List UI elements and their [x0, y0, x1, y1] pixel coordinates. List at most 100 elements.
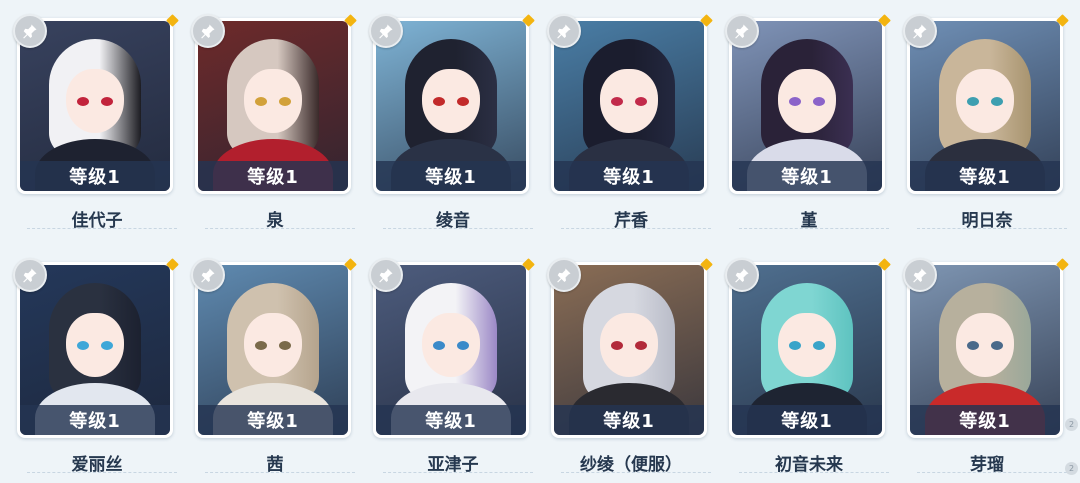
card-frame[interactable]: 等级1 — [725, 258, 891, 438]
portrait-face — [66, 69, 124, 133]
card-frame[interactable]: 等级1 — [13, 14, 179, 194]
level-label: 等级1 — [910, 405, 1060, 435]
character-portrait: 等级1 — [20, 265, 170, 435]
level-label: 等级1 — [20, 161, 170, 191]
portrait-eye — [101, 341, 113, 350]
character-card[interactable]: 等级1 明日奈 — [903, 12, 1071, 232]
pin-icon[interactable] — [725, 14, 759, 48]
portrait-eye — [813, 97, 825, 106]
portrait-face — [600, 313, 658, 377]
portrait-eye — [433, 341, 445, 350]
card-frame[interactable]: 等级1 — [369, 258, 535, 438]
card-frame[interactable]: 等级1 — [903, 258, 1069, 438]
level-label: 等级1 — [20, 405, 170, 435]
pin-icon[interactable] — [369, 14, 403, 48]
portrait-face — [778, 69, 836, 133]
level-label: 等级1 — [198, 161, 348, 191]
portrait-eye — [457, 97, 469, 106]
card-frame[interactable]: 等级1 — [903, 14, 1069, 194]
card-frame[interactable]: 等级1 — [191, 258, 357, 438]
pin-icon[interactable] — [13, 14, 47, 48]
level-label: 等级1 — [198, 405, 348, 435]
portrait-eye — [991, 97, 1003, 106]
character-portrait: 等级1 — [554, 21, 704, 191]
divider — [383, 472, 533, 473]
card-frame[interactable]: 等级1 — [191, 14, 357, 194]
character-portrait: 等级1 — [20, 21, 170, 191]
character-grid: 等级1 佳代子 等级1 泉等级1 绫音 等级1 芹香 等级1 堇等级1 明日奈等级1 爱丽丝 等级1 茜… — [0, 0, 1080, 483]
pin-icon[interactable] — [369, 258, 403, 292]
divider — [561, 228, 711, 229]
scroll-indicator-upper[interactable]: 2 — [1065, 418, 1078, 431]
character-portrait: 等级1 — [910, 265, 1060, 435]
portrait-eye — [279, 341, 291, 350]
character-portrait: 等级1 — [198, 265, 348, 435]
divider — [205, 228, 355, 229]
portrait-face — [422, 313, 480, 377]
character-portrait: 等级1 — [376, 265, 526, 435]
level-label: 等级1 — [732, 161, 882, 191]
portrait-eye — [967, 97, 979, 106]
portrait-face — [956, 69, 1014, 133]
pin-icon[interactable] — [725, 258, 759, 292]
character-card[interactable]: 等级1 芹香 — [547, 12, 715, 232]
character-portrait: 等级1 — [376, 21, 526, 191]
character-portrait: 等级1 — [198, 21, 348, 191]
level-label: 等级1 — [554, 161, 704, 191]
portrait-eye — [433, 97, 445, 106]
pin-icon[interactable] — [547, 258, 581, 292]
divider — [27, 472, 177, 473]
character-card[interactable]: 等级1 亚津子 — [369, 256, 537, 476]
portrait-eye — [611, 97, 623, 106]
card-frame[interactable]: 等级1 — [547, 258, 713, 438]
portrait-eye — [457, 341, 469, 350]
character-card[interactable]: 等级1 纱绫（便服） — [547, 256, 715, 476]
divider — [27, 228, 177, 229]
portrait-eye — [635, 341, 647, 350]
level-label: 等级1 — [732, 405, 882, 435]
portrait-eye — [101, 97, 113, 106]
card-frame[interactable]: 等级1 — [547, 14, 713, 194]
character-card[interactable]: 等级1 爱丽丝 — [13, 256, 181, 476]
portrait-eye — [789, 97, 801, 106]
character-card[interactable]: 等级1 泉 — [191, 12, 359, 232]
level-label: 等级1 — [376, 405, 526, 435]
character-portrait: 等级1 — [732, 21, 882, 191]
level-label: 等级1 — [376, 161, 526, 191]
portrait-face — [778, 313, 836, 377]
character-portrait: 等级1 — [910, 21, 1060, 191]
portrait-eye — [279, 97, 291, 106]
divider — [739, 228, 889, 229]
portrait-eye — [255, 341, 267, 350]
portrait-face — [600, 69, 658, 133]
character-card[interactable]: 等级1 初音未来 — [725, 256, 893, 476]
portrait-face — [244, 69, 302, 133]
character-card[interactable]: 等级1 芽瑠 — [903, 256, 1071, 476]
character-card[interactable]: 等级1 茜 — [191, 256, 359, 476]
pin-icon[interactable] — [903, 14, 937, 48]
character-card[interactable]: 等级1 佳代子 — [13, 12, 181, 232]
character-card[interactable]: 等级1 堇 — [725, 12, 893, 232]
divider — [383, 228, 533, 229]
card-frame[interactable]: 等级1 — [13, 258, 179, 438]
card-frame[interactable]: 等级1 — [725, 14, 891, 194]
scroll-indicator-lower[interactable]: 2 — [1065, 462, 1078, 475]
portrait-eye — [635, 97, 647, 106]
pin-icon[interactable] — [13, 258, 47, 292]
portrait-eye — [255, 97, 267, 106]
portrait-eye — [77, 97, 89, 106]
pin-icon[interactable] — [191, 258, 225, 292]
pin-icon[interactable] — [547, 14, 581, 48]
character-portrait: 等级1 — [732, 265, 882, 435]
portrait-eye — [967, 341, 979, 350]
divider — [205, 472, 355, 473]
pin-icon[interactable] — [903, 258, 937, 292]
pin-icon[interactable] — [191, 14, 225, 48]
portrait-face — [422, 69, 480, 133]
portrait-face — [244, 313, 302, 377]
divider — [917, 472, 1067, 473]
character-card[interactable]: 等级1 绫音 — [369, 12, 537, 232]
portrait-eye — [789, 341, 801, 350]
card-frame[interactable]: 等级1 — [369, 14, 535, 194]
portrait-eye — [991, 341, 1003, 350]
